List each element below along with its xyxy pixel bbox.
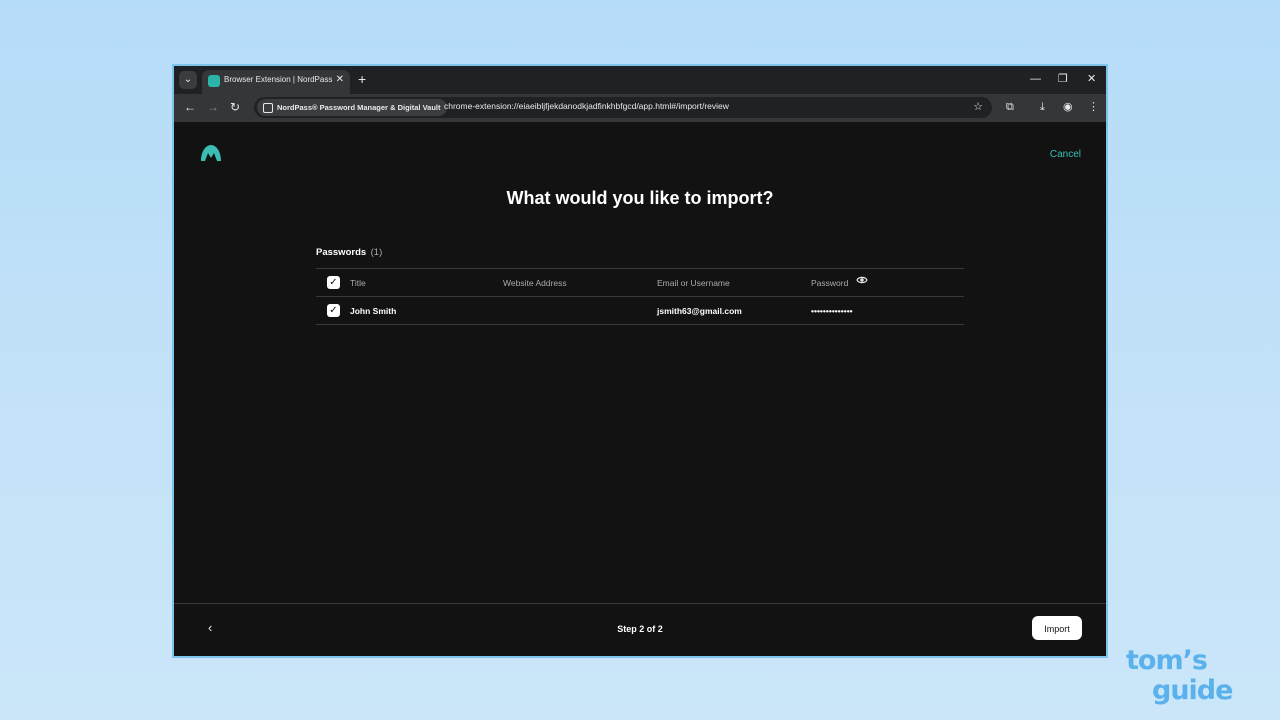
nordpass-favicon-icon	[208, 75, 220, 87]
column-header-website: Website Address	[503, 278, 567, 288]
close-window-button[interactable]: ✕	[1087, 71, 1096, 87]
select-all-checkbox[interactable]: ✓	[327, 276, 340, 289]
tab-close-icon[interactable]: ✕	[336, 74, 344, 85]
tab-passwords-count: (1)	[370, 247, 383, 258]
column-header-title: Title	[350, 278, 366, 288]
browser-toolbar: ← → ↻ NordPass® Password Manager & Digit…	[174, 94, 1106, 122]
restore-button[interactable]: ❐	[1058, 71, 1068, 87]
site-info-chip[interactable]: NordPass® Password Manager & Digital Vau…	[257, 99, 447, 116]
show-password-eye-icon[interactable]	[856, 275, 868, 285]
bookmark-star-icon[interactable]: ☆	[973, 100, 983, 113]
profile-icon[interactable]: ◉	[1063, 100, 1073, 114]
import-review-page: Cancel What would you like to import? Pa…	[174, 122, 1106, 656]
nordpass-logo-icon	[201, 145, 221, 161]
url-text[interactable]: chrome-extension://eiaeibljfjekdanodkjad…	[444, 101, 729, 111]
column-header-password: Password	[811, 278, 849, 288]
row-checkbox[interactable]: ✓	[327, 304, 340, 317]
table-row[interactable]: ✓ John Smith jsmith63@gmail.com ••••••••…	[316, 296, 964, 325]
menu-dots-icon[interactable]: ⋮	[1088, 100, 1099, 114]
row-password: ••••••••••••••	[811, 306, 853, 316]
page-title: What would you like to import?	[506, 188, 774, 208]
extension-icon	[263, 103, 273, 113]
import-table: ✓ Title Website Address Email or Usernam…	[316, 268, 964, 325]
tab-search-button[interactable]: ⌄	[179, 71, 197, 89]
minimize-button[interactable]: —	[1030, 71, 1041, 87]
tab-title: Browser Extension | NordPass	[224, 75, 333, 84]
tab-strip: ⌄ Browser Extension | NordPass ✕ + — ❐ ✕	[174, 66, 1106, 94]
forward-arrow-icon[interactable]: →	[207, 100, 219, 114]
watermark-line-2: guide	[1152, 675, 1233, 706]
column-header-email: Email or Username	[657, 278, 730, 288]
reload-icon[interactable]: ↻	[230, 100, 240, 114]
back-arrow-icon[interactable]: ←	[184, 100, 196, 114]
browser-tab-active[interactable]: Browser Extension | NordPass ✕	[202, 70, 350, 94]
row-title: John Smith	[350, 306, 397, 316]
watermark-line-1: tom’s	[1126, 645, 1208, 676]
tab-passwords-label: Passwords	[316, 247, 367, 258]
table-header-row: ✓ Title Website Address Email or Usernam…	[316, 268, 964, 296]
new-tab-button[interactable]: +	[358, 71, 366, 87]
import-button[interactable]: Import	[1032, 616, 1082, 640]
chevron-down-icon: ⌄	[183, 74, 193, 85]
extensions-puzzle-icon[interactable]: ⧉	[1006, 100, 1014, 114]
browser-window: ⌄ Browser Extension | NordPass ✕ + — ❐ ✕…	[172, 64, 1108, 658]
step-indicator: Step 2 of 2	[617, 624, 663, 634]
wizard-footer: ‹ Step 2 of 2 Import	[174, 603, 1106, 656]
row-email: jsmith63@gmail.com	[657, 306, 742, 316]
download-icon[interactable]: ⤓	[1040, 100, 1045, 114]
address-bar[interactable]: NordPass® Password Manager & Digital Vau…	[254, 97, 992, 118]
tab-passwords[interactable]: Passwords (1)	[316, 242, 382, 260]
cancel-button[interactable]: Cancel	[1050, 149, 1081, 160]
site-chip-label: NordPass® Password Manager & Digital Vau…	[277, 103, 441, 112]
toms-guide-watermark: tom’s guide	[1126, 645, 1233, 706]
